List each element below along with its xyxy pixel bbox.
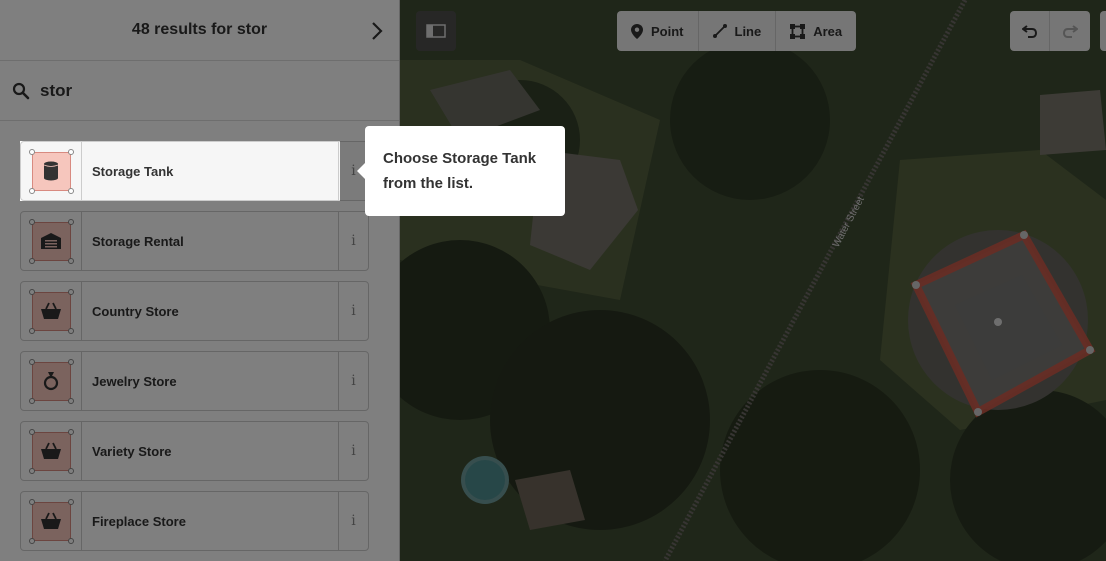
preset-icon-box (21, 142, 82, 200)
tooltip-line-2: from the list. (383, 175, 474, 192)
overlay-shade-top (0, 0, 1106, 141)
preset-item-storage-tank[interactable]: Storage Tank i (20, 141, 369, 201)
storage-tank-icon (43, 161, 59, 181)
overlay-shade-left (0, 141, 20, 201)
preset-label: Storage Tank (92, 163, 174, 179)
tooltip-line-1: Choose Storage Tank (383, 150, 537, 167)
area-swatch (28, 148, 74, 194)
overlay-shade-bottom (0, 201, 1106, 561)
walkthrough-tooltip: Choose Storage Tank from the list. (357, 126, 565, 216)
